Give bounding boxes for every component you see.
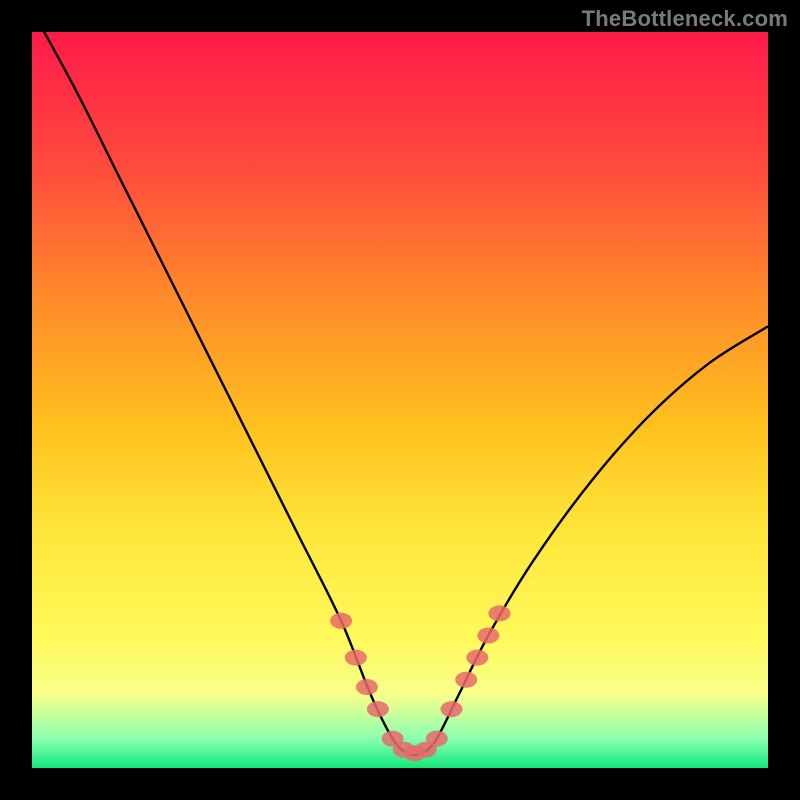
curve-marker [441,701,463,717]
curve-marker [367,701,389,717]
chart-plot-area [32,32,768,768]
curve-marker [330,613,352,629]
watermark-label: TheBottleneck.com [582,6,788,32]
bottleneck-curve [32,32,768,755]
curve-marker [477,628,499,644]
curve-marker [356,679,378,695]
curve-marker [488,605,510,621]
curve-marker [426,731,448,747]
curve-markers [330,605,510,761]
curve-marker [455,672,477,688]
curve-marker [345,650,367,666]
chart-svg [32,32,768,768]
curve-marker [466,650,488,666]
